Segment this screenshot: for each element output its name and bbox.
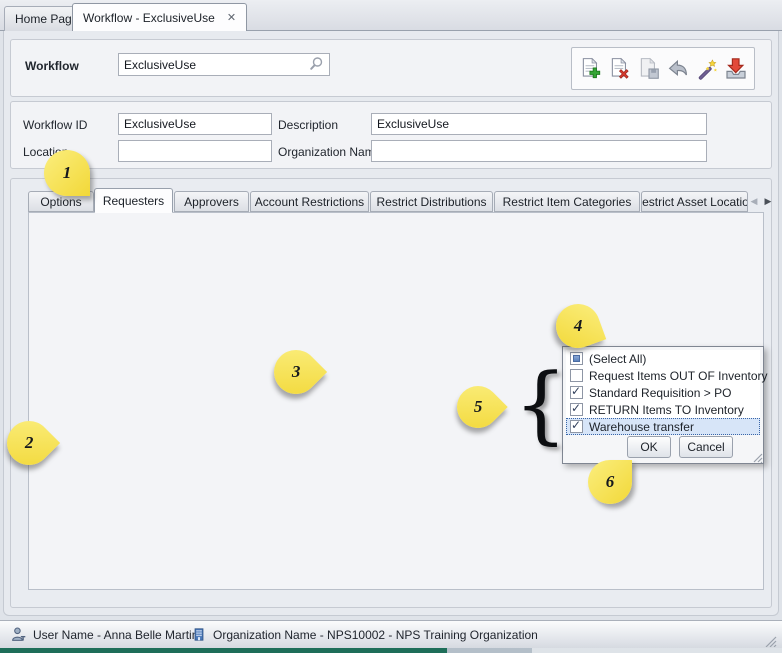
callout-brace: { [514, 362, 567, 446]
new-record-icon[interactable] [578, 54, 603, 84]
organization-name-label: Organization Name [278, 145, 381, 159]
tab-workflow-label: Workflow - ExclusiveUse [83, 11, 215, 25]
tab-scroll-left-icon[interactable]: ◀ [748, 195, 760, 209]
callout-6: 6 [588, 460, 632, 504]
description-input[interactable] [371, 113, 707, 135]
tab-scroll-right-icon[interactable]: ▶ [762, 195, 774, 209]
record-toolbar [571, 47, 755, 90]
wizard-icon[interactable] [694, 54, 719, 84]
popup-resize-grip[interactable] [751, 451, 763, 463]
tab-workflow-exclusiveuse[interactable]: Workflow - ExclusiveUse ✕ [72, 3, 247, 31]
tab-account-restrictions[interactable]: Account Restrictions [250, 191, 369, 212]
description-label: Description [278, 118, 338, 132]
warehouse-transfer-checkbox[interactable] [570, 420, 583, 433]
cancel-button[interactable]: Cancel [679, 436, 733, 458]
workflow-id-input[interactable] [118, 113, 272, 135]
workflow-input[interactable] [118, 53, 330, 76]
ok-button[interactable]: OK [627, 436, 671, 458]
application-window: Home Page Workflow - ExclusiveUse ✕ Work… [0, 0, 782, 653]
request-out-checkbox[interactable] [570, 369, 583, 382]
undo-icon[interactable] [665, 54, 690, 84]
delete-record-icon[interactable] [607, 54, 632, 84]
organization-icon [192, 627, 206, 642]
dropdown-item-return-items[interactable]: RETURN Items TO Inventory [566, 401, 760, 418]
status-organization-text: Organization Name - NPS10002 - NPS Train… [213, 628, 538, 642]
tab-requesters[interactable]: Requesters [94, 188, 173, 213]
window-tab-bar: Home Page Workflow - ExclusiveUse ✕ [0, 0, 782, 31]
dropdown-item-warehouse-transfer[interactable]: Warehouse transfer [566, 418, 760, 435]
restricted-items-dropdown: (Select All) Request Items OUT OF Invent… [562, 346, 764, 464]
workflow-groupbox: Workflow [10, 39, 772, 97]
bottom-strip-green [0, 648, 447, 653]
import-icon[interactable] [723, 54, 748, 84]
workflow-search-icon[interactable] [307, 55, 325, 73]
callout-1: 1 [44, 150, 90, 196]
location-input[interactable] [118, 140, 272, 162]
bottom-strip-gray [532, 648, 782, 653]
dropdown-item-select-all[interactable]: (Select All) [566, 350, 760, 367]
organization-name-input[interactable] [371, 140, 707, 162]
workflow-id-label: Workflow ID [23, 118, 87, 132]
workflow-label: Workflow [25, 59, 79, 73]
user-icon [10, 626, 27, 643]
status-user-text: User Name - Anna Belle Martin [33, 628, 198, 642]
status-bar: User Name - Anna Belle Martin Organizati… [0, 620, 782, 648]
tab-restrict-item-categories[interactable]: Restrict Item Categories [494, 191, 640, 212]
workflow-details-groupbox: Workflow ID Description Location Organiz… [10, 101, 772, 169]
tab-approvers[interactable]: Approvers [174, 191, 249, 212]
close-tab-icon[interactable]: ✕ [227, 11, 236, 24]
window-resize-grip[interactable] [763, 635, 777, 647]
standard-requisition-checkbox[interactable] [570, 386, 583, 399]
tab-restrict-asset-location[interactable]: Restrict Asset Location [641, 191, 748, 212]
tab-restrict-distributions[interactable]: Restrict Distributions [370, 191, 493, 212]
bottom-strip-mid [447, 648, 532, 653]
return-items-checkbox[interactable] [570, 403, 583, 416]
dropdown-item-request-out[interactable]: Request Items OUT OF Inventory [566, 367, 760, 384]
save-record-icon[interactable] [636, 54, 661, 84]
dropdown-item-standard-requisition[interactable]: Standard Requisition > PO [566, 384, 760, 401]
tab-home-page-label: Home Page [15, 12, 78, 26]
select-all-checkbox[interactable] [570, 352, 583, 365]
